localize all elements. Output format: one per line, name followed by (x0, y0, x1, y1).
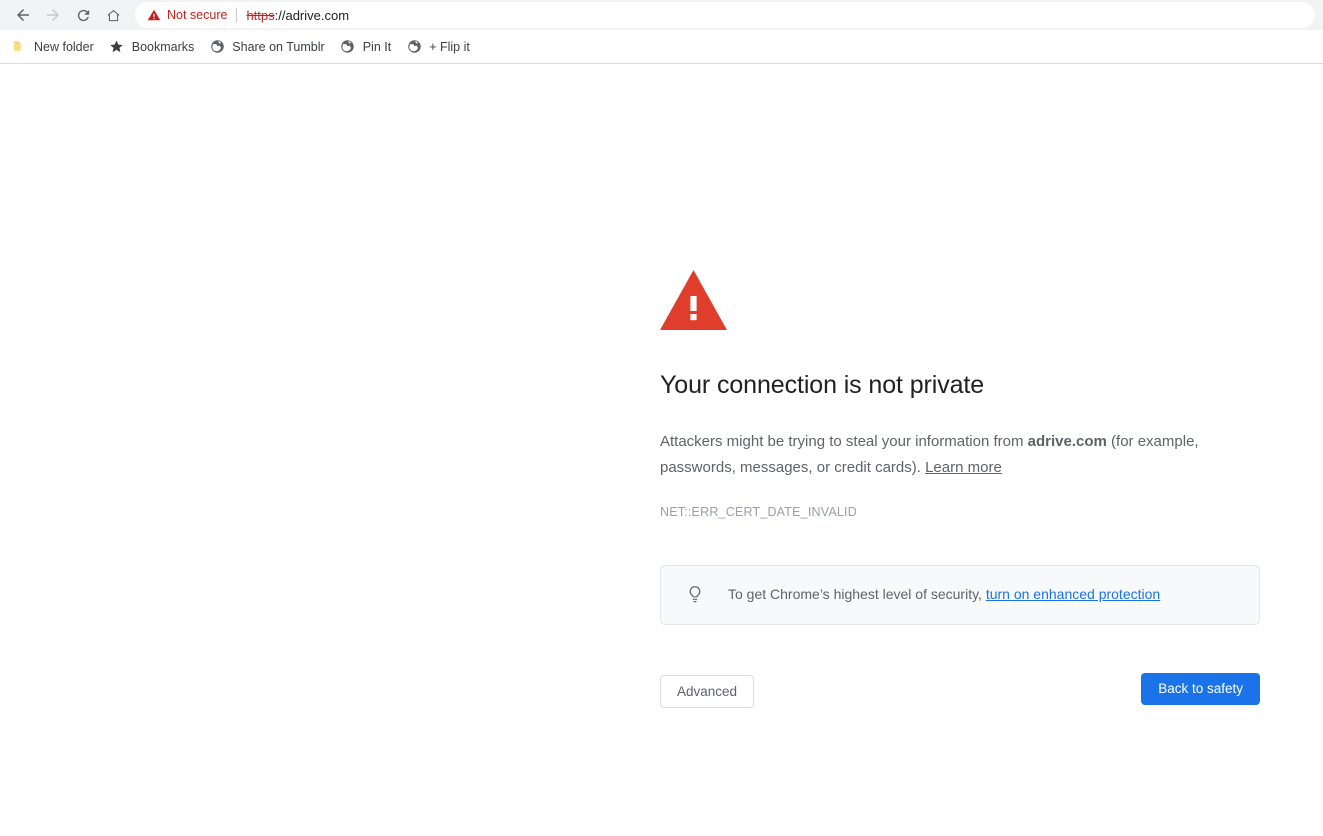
globe-icon (209, 39, 225, 55)
forward-arrow-icon (44, 6, 62, 24)
security-status-label: Not secure (167, 8, 228, 22)
back-arrow-icon (14, 6, 32, 24)
ssl-interstitial: Your connection is not private Attackers… (660, 270, 1260, 708)
bookmark-item-pin-it[interactable]: Pin It (340, 35, 400, 59)
home-icon (105, 7, 122, 24)
bookmark-item-new-folder[interactable]: New folder (11, 35, 102, 59)
back-button[interactable] (8, 0, 38, 30)
bookmark-label: Pin It (362, 39, 392, 54)
not-secure-warning-icon (147, 8, 167, 22)
forward-button[interactable] (38, 0, 68, 30)
globe-icon (406, 39, 422, 55)
advanced-button[interactable]: Advanced (660, 674, 755, 708)
home-button[interactable] (98, 0, 128, 30)
url-scheme: https (246, 7, 275, 23)
omnibox-separator (236, 7, 238, 23)
error-code: NET::ERR_CERT_DATE_INVALID (660, 504, 857, 519)
address-bar[interactable]: Not secure https://adrive.com (135, 2, 1315, 28)
bookmark-item-share-on-tumblr[interactable]: Share on Tumblr (209, 35, 332, 59)
lightbulb-icon (685, 583, 705, 607)
bookmark-item-flip-it[interactable]: + Flip it (406, 35, 478, 59)
affected-domain: adrive.com (1027, 433, 1107, 451)
description-prefix: Attackers might be trying to steal your … (660, 433, 1028, 451)
back-to-safety-button[interactable]: Back to safety (1141, 672, 1260, 705)
globe-icon (340, 39, 356, 55)
warning-triangle-icon (660, 270, 1260, 330)
star-icon (109, 39, 125, 55)
url-display[interactable]: https://adrive.com (246, 8, 349, 23)
callout-text: To get Chrome’s highest level of securit… (728, 584, 1160, 605)
bookmark-label: Bookmarks (131, 39, 195, 54)
bookmark-label: Share on Tumblr (232, 39, 325, 54)
page-title: Your connection is not private (660, 371, 985, 399)
browser-toolbar: Not secure https://adrive.com (0, 0, 1323, 30)
page-content: Your connection is not private Attackers… (0, 64, 1323, 835)
action-buttons: Advanced Back to safety (660, 672, 1260, 708)
bookmarks-bar: New folder Bookmarks Share on Tumblr Pin… (0, 30, 1323, 64)
reload-button[interactable] (68, 0, 98, 30)
callout-message: To get Chrome’s highest level of securit… (728, 586, 986, 603)
enhanced-protection-callout: To get Chrome’s highest level of securit… (660, 564, 1260, 625)
security-status-badge[interactable]: Not secure (147, 8, 227, 22)
enhanced-protection-link[interactable]: turn on enhanced protection (986, 586, 1160, 602)
bookmark-label: New folder (34, 39, 94, 54)
warning-description: Attackers might be trying to steal your … (660, 429, 1260, 481)
bookmark-item-bookmarks[interactable]: Bookmarks (109, 35, 203, 59)
reload-icon (75, 7, 92, 24)
folder-icon (11, 39, 27, 55)
bookmark-label: + Flip it (429, 39, 470, 54)
learn-more-link[interactable]: Learn more (925, 459, 1002, 476)
url-host: ://adrive.com (274, 7, 350, 23)
